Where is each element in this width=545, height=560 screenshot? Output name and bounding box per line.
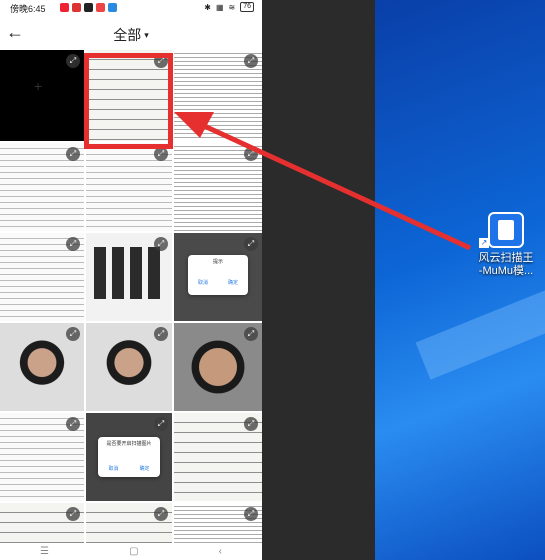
- app-notify-icon: [72, 3, 81, 12]
- notification-icons: [60, 3, 117, 12]
- status-bar: 傍晚6:45 ✱ ▦ ≋ 76: [0, 0, 262, 16]
- expand-icon[interactable]: ⤢: [154, 417, 168, 431]
- app-notify-icon: [60, 3, 69, 12]
- photo-tile[interactable]: ⤢: [174, 143, 262, 231]
- back-nav-icon[interactable]: ‹: [219, 546, 222, 557]
- signal-icon: ▦: [215, 2, 224, 12]
- photo-tile[interactable]: ⤢: [0, 503, 84, 543]
- dialog-title: 提示: [212, 259, 223, 265]
- photo-tile[interactable]: 是否要开启扫描图片 取消 确定 ⤢: [86, 413, 172, 501]
- expand-icon[interactable]: ⤢: [244, 327, 258, 341]
- dialog-title: 是否要开启扫描图片: [106, 441, 152, 447]
- expand-icon[interactable]: ⤢: [154, 327, 168, 341]
- expand-icon[interactable]: ⤢: [244, 417, 258, 431]
- expand-icon[interactable]: ⤢: [66, 507, 80, 521]
- dialog-preview: 提示 取消 确定: [188, 255, 248, 295]
- window-gap: [262, 0, 375, 560]
- system-icons: ✱ ▦ ≋ 76: [204, 2, 254, 12]
- dialog-confirm: 确定: [139, 466, 150, 472]
- expand-icon[interactable]: ⤢: [244, 507, 258, 521]
- dialog-confirm: 确定: [227, 280, 238, 286]
- expand-icon[interactable]: ⤢: [154, 237, 168, 251]
- photo-tile[interactable]: ⤢: [0, 323, 84, 411]
- top-bar: ← 全部 ▾: [0, 18, 262, 48]
- expand-icon[interactable]: ⤢: [66, 147, 80, 161]
- status-time: 傍晚6:45: [10, 4, 46, 14]
- menu-icon[interactable]: ☰: [40, 546, 49, 557]
- shortcut-label-line2: -MuMu模...: [478, 265, 534, 277]
- plus-icon: +: [34, 78, 43, 94]
- expand-icon[interactable]: ⤢: [66, 417, 80, 431]
- android-nav-bar: ☰ ▢ ‹: [0, 542, 262, 560]
- expand-icon[interactable]: ⤢: [244, 237, 258, 251]
- photo-tile[interactable]: ⤢: [86, 503, 172, 543]
- expand-icon[interactable]: ⤢: [154, 147, 168, 161]
- photo-tile[interactable]: ⤢: [0, 143, 84, 231]
- dropdown-arrow-icon: ▾: [144, 30, 149, 40]
- photo-tile[interactable]: ⤢: [86, 323, 172, 411]
- photo-tile[interactable]: ⤢: [174, 323, 262, 411]
- app-notify-icon: [84, 3, 93, 12]
- photo-tile[interactable]: ⤢: [0, 413, 84, 501]
- annotation-highlight-box: [84, 53, 173, 149]
- expand-icon[interactable]: ⤢: [244, 54, 258, 68]
- bluetooth-icon: ✱: [204, 2, 211, 12]
- dialog-cancel: 取消: [108, 466, 119, 472]
- app-notify-icon: [96, 3, 105, 12]
- album-selector[interactable]: 全部 ▾: [0, 25, 262, 45]
- scanner-app-icon: [488, 212, 524, 248]
- expand-icon[interactable]: ⤢: [244, 147, 258, 161]
- photo-tile[interactable]: ⤢: [86, 143, 172, 231]
- expand-icon[interactable]: ⤢: [66, 237, 80, 251]
- battery-icon: 76: [240, 2, 254, 12]
- photo-tile[interactable]: ⤢: [174, 50, 262, 141]
- desktop-shortcut-fengyun[interactable]: ↗ 风云扫描王 -MuMu模...: [475, 210, 537, 300]
- app-notify-icon: [108, 3, 117, 12]
- wifi-icon: ≋: [228, 2, 236, 12]
- expand-icon[interactable]: ⤢: [154, 507, 168, 521]
- id-photos: [94, 247, 164, 299]
- photo-tile[interactable]: ⤢: [0, 233, 84, 321]
- shortcut-label: 风云扫描王 -MuMu模...: [475, 252, 537, 278]
- expand-icon[interactable]: ⤢: [66, 54, 80, 68]
- home-icon[interactable]: ▢: [129, 546, 138, 557]
- expand-icon[interactable]: ⤢: [66, 327, 80, 341]
- shortcut-label-line1: 风云扫描王: [478, 252, 534, 264]
- photo-tile[interactable]: 提示 取消 确定 ⤢: [174, 233, 262, 321]
- shortcut-arrow-icon: ↗: [479, 238, 489, 248]
- photo-tile[interactable]: ⤢: [174, 503, 262, 543]
- album-title: 全部: [113, 27, 142, 43]
- dialog-cancel: 取消: [197, 280, 208, 286]
- photo-tile[interactable]: ⤢: [86, 233, 172, 321]
- photo-tile[interactable]: ⤢: [174, 413, 262, 501]
- photo-tile[interactable]: + ⤢: [0, 50, 84, 141]
- dialog-preview: 是否要开启扫描图片 取消 确定: [98, 437, 160, 477]
